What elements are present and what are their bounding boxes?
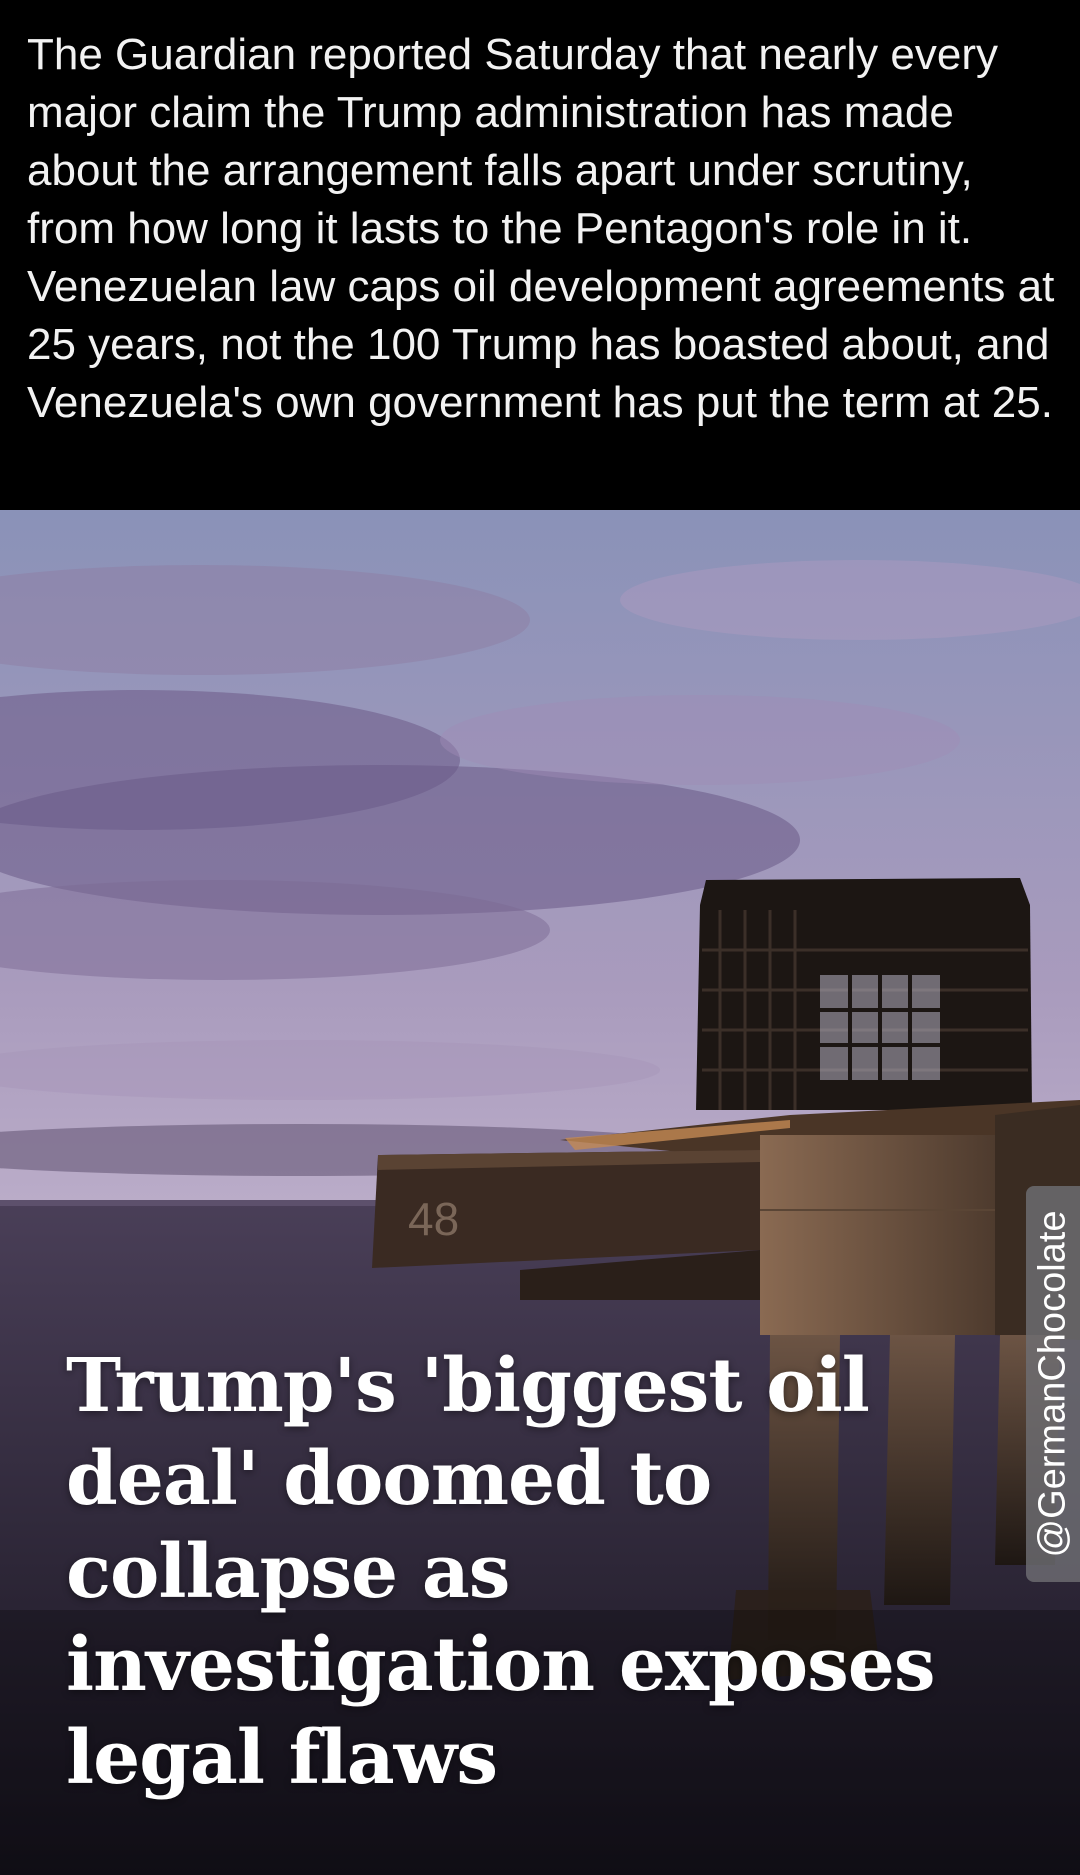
headline: Trump's 'biggest oil deal' doomed to col… <box>66 1343 936 1801</box>
watermark-tab: @GermanChocolate <box>1026 1186 1080 1582</box>
platform-number: 48 <box>408 1193 459 1245</box>
caption-panel: The Guardian reported Saturday that near… <box>0 0 1080 510</box>
watermark-text: @GermanChocolate <box>1031 1210 1074 1558</box>
caption-text: The Guardian reported Saturday that near… <box>27 30 1055 427</box>
